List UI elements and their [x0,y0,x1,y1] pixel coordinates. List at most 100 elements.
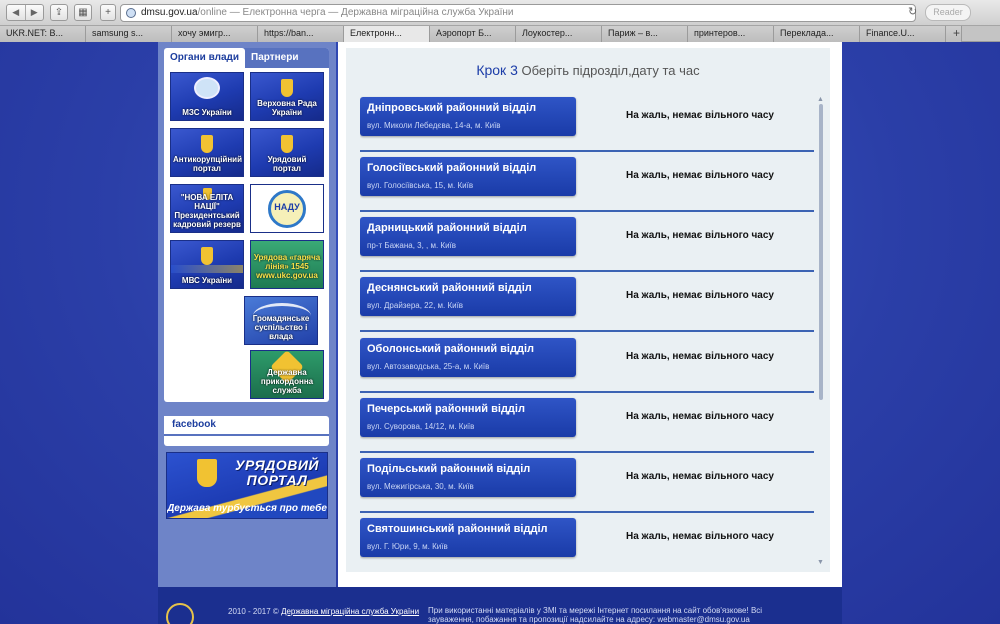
department-button[interactable]: Дніпровський районний відділ вул. Миколи… [360,97,576,136]
footer-info: При використанні матеріалів у ЗМІ та мер… [428,606,763,624]
forward-icon[interactable]: ▶ [24,5,44,20]
mfa-link-tile[interactable]: МЗС України [170,72,244,121]
department-address: вул. Межигірська, 30, м. Київ [367,482,474,491]
nadu-link-tile[interactable]: НАДУ [250,184,324,233]
department-button[interactable]: Печерський районний відділ вул. Суворова… [360,398,576,437]
border-guard-link-tile[interactable]: Державна прикордонна служба [250,350,324,399]
department-name: Оболонський районний відділ [367,343,534,355]
browser-tab[interactable]: хочу эмигр... [172,26,258,42]
tile-label: Антикорупційний портал [173,155,243,173]
department-address: вул. Г. Юри, 9, м. Київ [367,542,448,551]
sidebar: Органи влади Партнери МЗС України Верхов… [158,42,336,587]
department-address: вул. Голосіївська, 15, м. Київ [367,181,474,190]
new-tab-plus-icon[interactable]: + [100,4,116,21]
department-button[interactable]: Дарницький районний відділ пр-т Бажана, … [360,217,576,256]
department-name: Дарницький районний відділ [367,222,527,234]
tile-label: МВС України [181,276,233,285]
top-sites-icon[interactable]: ▦ [74,4,92,21]
availability-status: На жаль, немає вільного часу [626,110,774,121]
department-row: Святошинський районний відділ вул. Г. Юр… [360,513,814,570]
department-name: Дніпровський районний відділ [367,102,537,114]
facebook-tab[interactable]: facebook [164,416,218,434]
scroll-thumb[interactable] [819,104,823,400]
tile-label: МЗС України [182,108,232,117]
department-address: вул. Миколи Лебедєва, 14-а, м. Київ [367,121,501,130]
dmsu-emblem-icon [166,603,194,624]
browser-tab-active[interactable]: Електронн... [344,26,430,42]
tile-label: НАДУ [274,202,300,212]
tile-label: Верховна Рада України [257,99,317,117]
trident-icon [281,79,293,97]
department-button[interactable]: Деснянський районний відділ вул. Драйзер… [360,277,576,316]
department-name: Деснянський районний відділ [367,282,532,294]
partners-panel: Органи влади Партнери МЗС України Верхов… [164,48,329,402]
department-button[interactable]: Святошинський районний відділ вул. Г. Юр… [360,518,576,557]
department-address: пр-т Бажана, 3, , м. Київ [367,241,457,250]
department-name: Подільський районний відділ [367,463,531,475]
trident-icon [201,247,213,265]
reload-icon[interactable]: ↻ [908,5,917,18]
department-address: вул. Драйзера, 22, м. Київ [367,301,464,310]
url-path: /online [197,7,227,18]
tile-label: Урядова «гаряча лінія» 1545 www.ukc.gov.… [253,253,321,280]
scroll-down-icon[interactable]: ▼ [817,559,824,566]
department-button[interactable]: Голосіївський районний відділ вул. Голос… [360,157,576,196]
tab-bar: UKR.NET: В... samsung s... хочу эмигр...… [0,26,1000,42]
department-name: Голосіївський районний відділ [367,162,537,174]
browser-tab[interactable]: Париж – в... [602,26,688,42]
browser-tab[interactable]: Переклада... [774,26,860,42]
personnel-reserve-link-tile[interactable]: "НОВА ЕЛІТА НАЦІЇ" Президентський кадров… [170,184,244,233]
parliament-link-tile[interactable]: Верховна Рада України [250,72,324,121]
share-icon[interactable]: ⇪ [50,4,68,21]
tab-partners[interactable]: Партнери [245,48,304,68]
government-portal-banner[interactable]: УРЯДОВИЙ ПОРТАЛ Держава турбується про т… [166,452,328,519]
banner-title: УРЯДОВИЙ ПОРТАЛ [235,457,319,488]
department-name: Печерський районний відділ [367,403,525,415]
scroll-up-icon[interactable]: ▲ [817,96,824,103]
page: Органи влади Партнери МЗС України Верхов… [0,42,1000,624]
back-icon[interactable]: ◀ [7,5,25,20]
flag-stripe [171,265,243,273]
availability-status: На жаль, немає вільного часу [626,230,774,241]
department-button[interactable]: Подільський районний відділ вул. Межигір… [360,458,576,497]
banner-subtitle: Держава турбується про тебе [167,503,327,514]
department-row: Печерський районний відділ вул. Суворова… [360,393,814,453]
anticorruption-link-tile[interactable]: Антикорупційний портал [170,128,244,177]
interior-ministry-link-tile[interactable]: МВС України [170,240,244,289]
government-portal-link-tile[interactable]: Урядовий портал [250,128,324,177]
department-button[interactable]: Оболонський районний відділ вул. Автозав… [360,338,576,377]
hotline-link-tile[interactable]: Урядова «гаряча лінія» 1545 www.ukc.gov.… [250,240,324,289]
browser-tab[interactable]: Лоукостер... [516,26,602,42]
reader-button[interactable]: Reader [925,4,971,21]
add-tab-icon[interactable]: + [946,26,962,42]
availability-status: На жаль, немає вільного часу [626,290,774,301]
availability-status: На жаль, немає вільного часу [626,471,774,482]
availability-status: На жаль, немає вільного часу [626,411,774,422]
department-row: Деснянський районний відділ вул. Драйзер… [360,272,814,332]
browser-tab[interactable]: Аэропорт Б... [430,26,516,42]
step-heading: Крок 3 Оберіть підрозділ,дату та час [346,62,830,78]
department-address: вул. Суворова, 14/12, м. Київ [367,422,475,431]
address-bar[interactable]: dmsu.gov.ua/online — Електронна черга — … [120,4,916,22]
civil-society-link-tile[interactable]: Громадянське суспільство і влада [244,296,318,345]
browser-tab[interactable]: UKR.NET: В... [0,26,86,42]
partners-tabs: Органи влади Партнери [164,48,329,68]
browser-tab[interactable]: Finance.U... [860,26,946,42]
footer-copyright: 2010 - 2017 © Державна міграційна служба… [228,607,419,616]
department-list: Дніпровський районний відділ вул. Миколи… [360,92,814,570]
department-row: Оболонський районний відділ вул. Автозав… [360,333,814,393]
divider [164,434,329,436]
page-title: — Електронна черга — Державна міграційна… [226,7,514,18]
tab-authorities[interactable]: Органи влади [164,48,246,68]
browser-tab[interactable]: принтеров... [688,26,774,42]
main-panel: Крок 3 Оберіть підрозділ,дату та час Дні… [338,42,842,587]
step-text: Оберіть підрозділ,дату та час [521,63,700,78]
availability-status: На жаль, немає вільного часу [626,351,774,362]
dmsu-link[interactable]: Державна міграційна служба України [281,607,419,616]
url-domain: dmsu.gov.ua [141,7,198,18]
browser-tab[interactable]: samsung s... [86,26,172,42]
browser-tab[interactable]: https://ban... [258,26,344,42]
department-list-scrollbar[interactable]: ▲ ▼ [816,96,826,566]
department-name: Святошинський районний відділ [367,523,548,535]
department-row: Подільський районний відділ вул. Межигір… [360,453,814,513]
